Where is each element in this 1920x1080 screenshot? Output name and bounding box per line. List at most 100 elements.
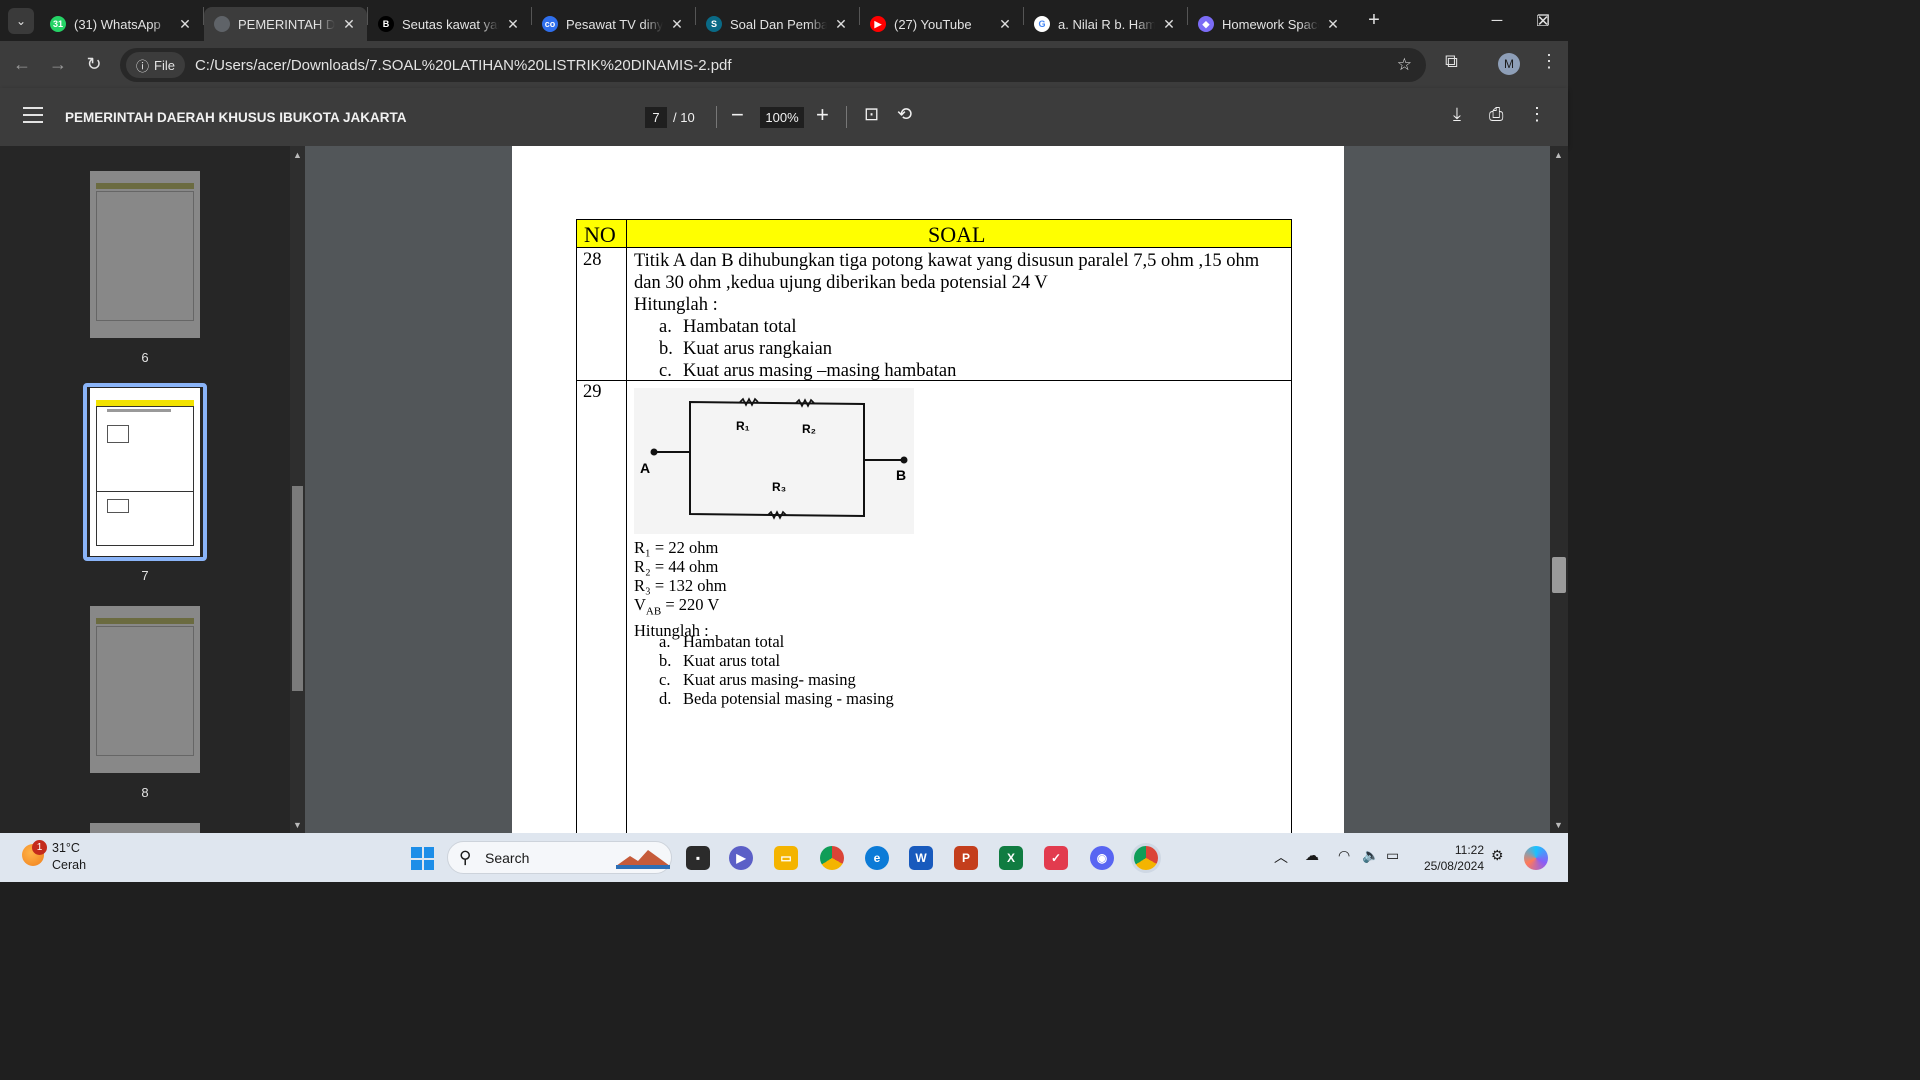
url-text[interactable]: C:/Users/acer/Downloads/7.SOAL%20LATIHAN… xyxy=(195,57,732,74)
more-actions-icon[interactable]: ⋮ xyxy=(1528,104,1546,125)
system-clock[interactable]: 11:22 25/08/2024 xyxy=(1412,842,1484,874)
list-item: b. Kuat arus total xyxy=(659,651,781,670)
zoom-input[interactable]: 100% xyxy=(760,107,804,128)
address-bar[interactable]: ⓘ File C:/Users/acer/Downloads/7.SOAL%20… xyxy=(120,48,1426,82)
notification-bell-icon[interactable]: ⚙ xyxy=(1491,847,1504,864)
windows-taskbar: 1 31°C Cerah ⚲ Search ▪ ▶ ▭ e W P X ✓ ◉ … xyxy=(0,833,1568,882)
scroll-down-icon[interactable]: ▼ xyxy=(1554,820,1563,830)
browser-tab[interactable]: ◆ Homework Space ✕ xyxy=(1188,7,1351,41)
taskbar-search[interactable]: ⚲ Search xyxy=(447,841,672,874)
file-explorer-icon[interactable]: ▭ xyxy=(774,846,798,870)
windows-start-icon[interactable] xyxy=(411,847,434,870)
list-item: a. Hambatan total xyxy=(659,632,785,651)
label-b: B xyxy=(896,467,906,483)
browser-tab[interactable]: PEMERINTAH DAERAH KHUSUS IBUKOTA JAKARTA… xyxy=(204,7,367,41)
powerpoint-icon[interactable]: P xyxy=(954,846,978,870)
sidebar-menu-icon[interactable] xyxy=(23,107,43,125)
tab-title: (27) YouTube xyxy=(894,16,972,32)
browser-menu-icon[interactable]: ⋮ xyxy=(1540,51,1558,72)
scroll-up-icon[interactable]: ▲ xyxy=(293,150,302,160)
question-prompt: Hitunglah : xyxy=(634,295,718,315)
print-icon[interactable]: ⎙ xyxy=(1489,104,1503,125)
sidebar-scroll-thumb[interactable] xyxy=(292,486,303,691)
zoom-out-icon[interactable]: − xyxy=(731,102,744,128)
word-icon[interactable]: W xyxy=(909,846,933,870)
volume-icon[interactable]: 🔈 xyxy=(1362,847,1379,864)
reload-icon[interactable]: ↻ xyxy=(76,54,112,75)
column-divider xyxy=(626,220,627,833)
tab-title: Homework Space xyxy=(1222,16,1319,32)
browser-tab[interactable]: Ga. Nilai R b. Hambatan ✕ xyxy=(1024,7,1187,41)
download-icon[interactable]: ⤓ xyxy=(1453,104,1461,125)
scroll-down-icon[interactable]: ▼ xyxy=(293,820,302,830)
excel-icon[interactable]: X xyxy=(999,846,1023,870)
bookmark-star-icon[interactable]: ☆ xyxy=(1397,55,1412,75)
copilot-icon[interactable] xyxy=(1524,846,1548,870)
weather-condition[interactable]: Cerah xyxy=(52,858,86,872)
pocket-icon[interactable]: ✓ xyxy=(1044,846,1068,870)
browser-toolbar: ← → ↻ ⓘ File C:/Users/acer/Downloads/7.S… xyxy=(0,41,1568,88)
tab-close-icon[interactable]: ✕ xyxy=(341,16,357,33)
viewer-scroll-thumb[interactable] xyxy=(1552,557,1566,593)
task-view-icon[interactable]: ▪ xyxy=(686,846,710,870)
browser-tab[interactable]: co Pesawat TV dinyalakan ✕ xyxy=(532,7,695,41)
list-item: d. Beda potensial masing - masing xyxy=(659,689,894,708)
tab-close-icon[interactable]: ✕ xyxy=(833,16,849,33)
close-window-icon[interactable]: ✕ xyxy=(1520,0,1566,41)
zoom-in-icon[interactable]: + xyxy=(816,102,829,128)
tab-close-icon[interactable]: ✕ xyxy=(505,16,521,33)
profile-avatar[interactable]: M xyxy=(1498,53,1520,75)
file-label: File xyxy=(154,57,175,73)
back-icon[interactable]: ← xyxy=(4,54,40,75)
weather-temperature[interactable]: 31°C xyxy=(52,841,80,855)
search-highlight-icon xyxy=(616,850,670,869)
page-number-input[interactable]: 7 xyxy=(645,107,667,128)
question-number: 29 xyxy=(583,382,602,402)
tab-close-icon[interactable]: ✕ xyxy=(177,16,193,33)
chrome-icon[interactable] xyxy=(820,846,844,870)
pdf-title: PEMERINTAH DAERAH KHUSUS IBUKOTA JAKARTA xyxy=(65,110,407,125)
thumbnail-label: 8 xyxy=(141,785,149,800)
cloud-sync-icon[interactable]: ☁ xyxy=(1305,847,1319,864)
viewer-scrollbar[interactable] xyxy=(1550,146,1568,833)
browser-tab[interactable]: B Seutas kawat yang ✕ xyxy=(368,7,531,41)
edge-icon[interactable]: e xyxy=(865,846,889,870)
tab-close-icon[interactable]: ✕ xyxy=(669,16,685,33)
chrome-profile-icon[interactable] xyxy=(1134,846,1158,870)
battery-icon[interactable]: ▭ xyxy=(1386,847,1399,864)
thumbnail-page-7[interactable] xyxy=(90,388,200,556)
info-icon: ⓘ xyxy=(136,58,150,74)
minimize-icon[interactable]: ─ xyxy=(1474,0,1520,41)
forward-icon[interactable]: → xyxy=(40,54,76,75)
tab-search-icon[interactable]: ⌄ xyxy=(8,7,34,34)
tab-title: (31) WhatsApp xyxy=(74,16,161,32)
thumbnail-page-6[interactable] xyxy=(90,171,200,338)
scroll-up-icon[interactable]: ▲ xyxy=(1554,150,1563,160)
label-r1: R₁ xyxy=(736,419,750,433)
browser-tab[interactable]: 31 (31) WhatsApp ✕ xyxy=(40,7,203,41)
thumbnail-page-9[interactable] xyxy=(90,823,200,833)
tab-close-icon[interactable]: ✕ xyxy=(997,16,1013,33)
question-body: Titik A dan B dihubungkan tiga potong ka… xyxy=(634,251,1260,293)
meet-icon[interactable]: ▶ xyxy=(729,846,753,870)
thumbnail-label: 6 xyxy=(141,350,149,365)
new-tab-button[interactable]: + xyxy=(1363,9,1385,32)
fit-page-icon[interactable]: ⊡ xyxy=(864,104,879,125)
extensions-icon[interactable]: ⧉ xyxy=(1445,51,1458,72)
rotate-icon[interactable]: ⟲ xyxy=(897,104,912,125)
browser-tab[interactable]: ▶ (27) YouTube ✕ xyxy=(860,7,1023,41)
tab-close-icon[interactable]: ✕ xyxy=(1161,16,1177,33)
header-soal: SOAL xyxy=(928,222,986,247)
pdf-toolbar: PEMERINTAH DAERAH KHUSUS IBUKOTA JAKARTA… xyxy=(0,88,1568,146)
wifi-icon[interactable]: ◠ xyxy=(1338,847,1350,864)
discord-icon[interactable]: ◉ xyxy=(1090,846,1114,870)
tab-title: Soal Dan Pembahasan xyxy=(730,16,827,32)
browser-tab[interactable]: S Soal Dan Pembahasan ✕ xyxy=(696,7,859,41)
site-info-chip[interactable]: ⓘ File xyxy=(126,52,185,78)
tab-close-icon[interactable]: ✕ xyxy=(1325,16,1341,33)
tray-expand-icon[interactable]: ︿ xyxy=(1274,847,1288,867)
tab-strip: ⌄ 31(31) WhatsApp✕PEMERINTAH DAERAH KHUS… xyxy=(0,0,1568,41)
pdf-viewer[interactable]: NO SOAL 28 Titik A dan B dihubungkan tig… xyxy=(305,146,1550,833)
google-icon: G xyxy=(1034,16,1050,32)
thumbnail-page-8[interactable] xyxy=(90,606,200,773)
